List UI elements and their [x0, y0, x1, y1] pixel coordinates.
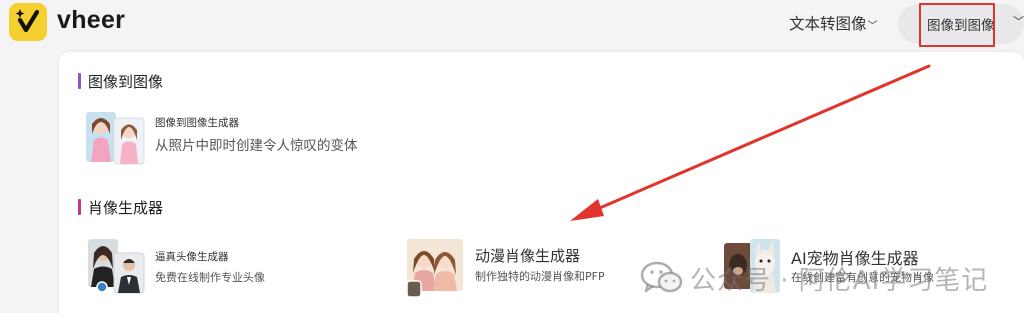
annotation-highlight-box: [919, 3, 995, 47]
menu-item-title: 逼真头像生成器: [155, 251, 229, 263]
menu-item-description: 从照片中即时创建令人惊叹的变体: [155, 138, 358, 154]
menu-item-image-to-image-generator[interactable]: 图像到图像生成器 从照片中即时创建令人惊叹的变体: [86, 110, 386, 170]
menu-item-title: 图像到图像生成器: [155, 117, 239, 129]
menu-item-ai-pet-portrait-generator[interactable]: AI宠物肖像生成器 在线创建富有创意的宠物肖像: [724, 239, 984, 299]
anime-portrait-thumbnail: [407, 239, 463, 297]
menu-item-description: 免费在线制作专业头像: [155, 271, 265, 284]
nav-text-to-image[interactable]: 文本转图像﹀: [789, 12, 878, 34]
vheer-logo-icon[interactable]: [9, 3, 47, 41]
pet-portrait-thumbnail: [724, 239, 780, 293]
top-nav: vheer 文本转图像﹀ 图像到图像 ﹀: [0, 0, 1024, 52]
nav-text-to-image-label: 文本转图像: [789, 15, 867, 33]
image-to-image-thumbnail: [86, 112, 145, 165]
headshot-thumbnail: [88, 239, 145, 294]
menu-item-title: AI宠物肖像生成器: [791, 249, 919, 268]
menu-item-description: 在线创建富有创意的宠物肖像: [791, 271, 934, 284]
menu-item-description: 制作独特的动漫肖像和PFP: [475, 270, 605, 283]
menu-item-realistic-headshot-generator[interactable]: 逼真头像生成器 免费在线制作专业头像: [88, 239, 328, 295]
chevron-down-icon: ﹀: [867, 21, 878, 32]
menu-item-title: 动漫肖像生成器: [475, 247, 581, 265]
chevron-down-icon: ﹀: [1013, 15, 1024, 28]
section-title-image-to-image: 图像到图像: [78, 71, 163, 92]
menu-item-anime-portrait-generator[interactable]: 动漫肖像生成器 制作独特的动漫肖像和PFP: [407, 239, 667, 299]
section-title-portrait-generator: 肖像生成器: [78, 197, 163, 218]
brand-name[interactable]: vheer: [57, 6, 125, 35]
